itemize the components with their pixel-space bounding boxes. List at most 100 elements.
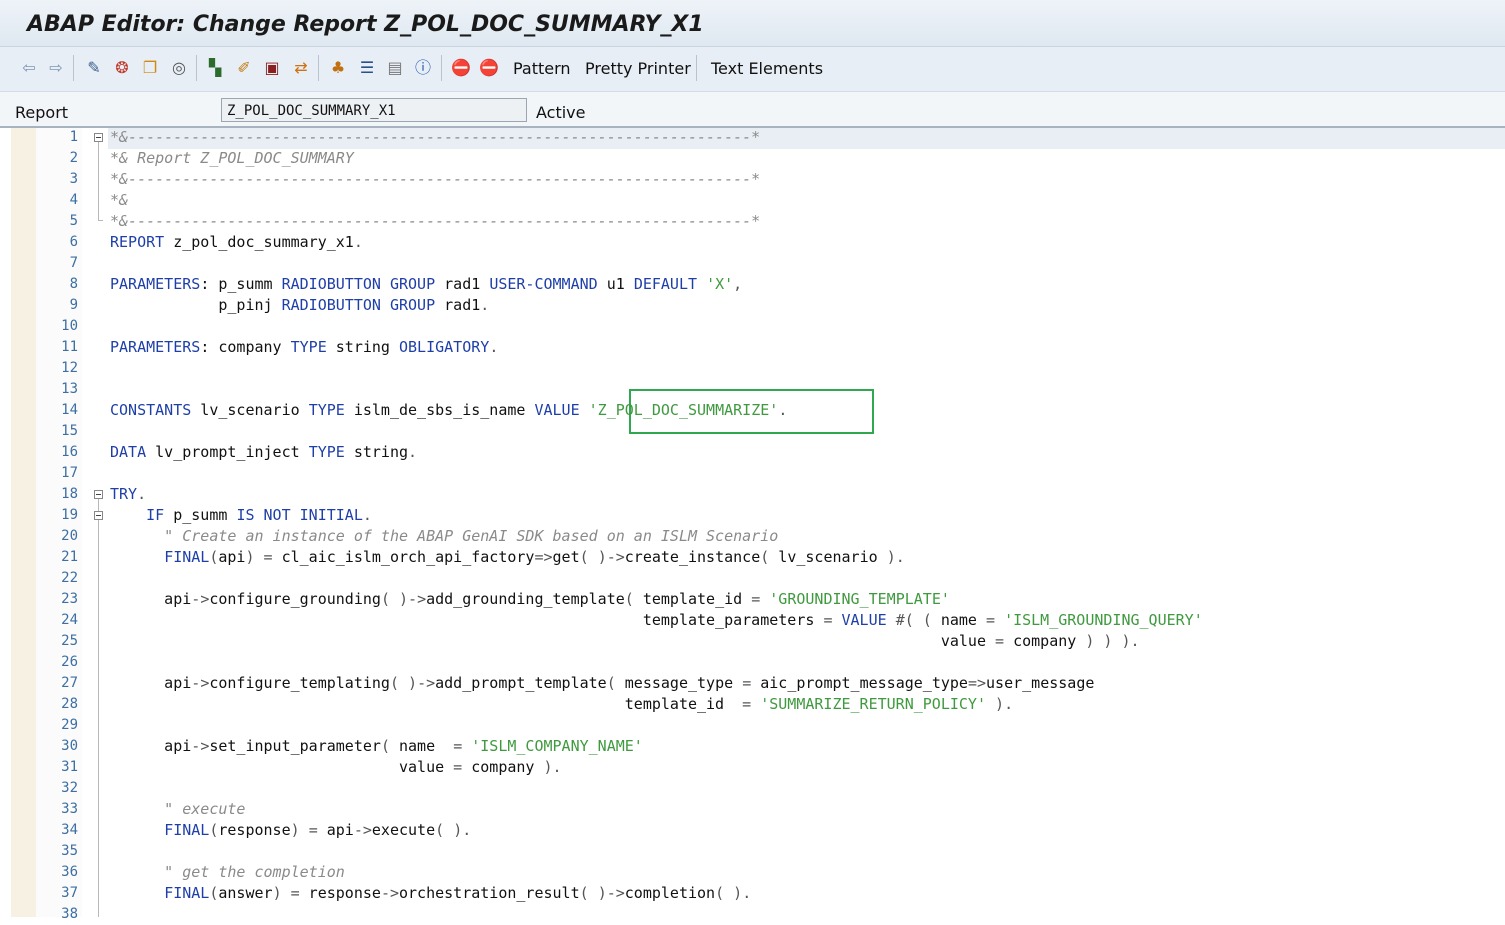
line-number: 6 [69,234,78,250]
copy-icon[interactable]: ❐ [139,57,161,79]
code-line[interactable]: IF p_summ IS NOT INITIAL. [110,505,372,526]
line-number: 3 [69,171,78,187]
line-number: 10 [61,318,78,334]
code-line[interactable]: *&--------------------------------------… [110,127,760,148]
line-number: 18 [61,486,78,502]
session-breakpoint-icon[interactable]: ⛔ [478,57,500,79]
toolbar-separator [196,55,197,81]
code-line[interactable]: " get the completion [110,862,345,883]
code-line[interactable]: REPORT z_pol_doc_summary_x1. [110,232,363,253]
line-number: 12 [61,360,78,376]
toolbar-separator [318,55,319,81]
navigation-window-icon[interactable]: ⇄ [290,57,312,79]
line-number: 8 [69,276,78,292]
line-number: 33 [61,801,78,817]
line-number: 23 [61,591,78,607]
forward-arrow-icon[interactable]: ⇨ [45,57,67,79]
line-number: 26 [61,654,78,670]
code-line[interactable]: *&--------------------------------------… [110,211,760,232]
text-elements-button[interactable]: Text Elements [711,59,823,78]
breakpoint-icon[interactable]: ⛔ [450,57,472,79]
line-number: 15 [61,423,78,439]
code-line[interactable]: *& Report Z_POL_DOC_SUMMARY [110,148,354,169]
line-number: 2 [69,150,78,166]
line-number: 24 [61,612,78,628]
code-line[interactable]: *&--------------------------------------… [110,169,760,190]
check-syntax-icon[interactable]: ✐ [233,57,255,79]
code-line[interactable]: api->configure_templating( )->add_prompt… [110,673,1094,694]
line-number: 9 [69,297,78,313]
activate-icon[interactable]: ❂ [111,57,133,79]
code-line[interactable]: FINAL(answer) = response->orchestration_… [110,883,751,904]
line-number: 29 [61,717,78,733]
line-number: 28 [61,696,78,712]
line-number: 5 [69,213,78,229]
code-line[interactable]: CONSTANTS lv_scenario TYPE islm_de_sbs_i… [110,400,787,421]
code-line[interactable]: TRY. [110,484,146,505]
back-arrow-icon[interactable]: ⇦ [18,57,40,79]
line-number: 21 [61,549,78,565]
code-line[interactable]: PARAMETERS: company TYPE string OBLIGATO… [110,337,498,358]
status-label: Active [536,103,586,122]
line-number: 30 [61,738,78,754]
line-number: 32 [61,780,78,796]
collapse-toggle-icon[interactable] [94,490,103,499]
window-title: ABAP Editor: Change Report Z_POL_DOC_SUM… [27,12,704,37]
line-number: 4 [69,192,78,208]
display-change-icon[interactable]: ✎ [83,57,105,79]
other-object-icon[interactable]: ▚ [204,57,226,79]
fold-guide [98,499,99,917]
code-line[interactable]: DATA lv_prompt_inject TYPE string. [110,442,417,463]
display-object-list-icon[interactable]: ▣ [261,57,283,79]
code-line[interactable]: value = company ). [110,757,562,778]
line-number: 16 [61,444,78,460]
report-name-value: Z_POL_DOC_SUMMARY_X1 [227,103,396,119]
code-line[interactable]: api->set_input_parameter( name = 'ISLM_C… [110,736,643,757]
toolbar-separator [73,55,74,81]
code-line[interactable]: template_id = 'SUMMARIZE_RETURN_POLICY' … [110,694,1013,715]
code-line[interactable]: " execute [110,799,245,820]
code-line[interactable]: PARAMETERS: p_summ RADIOBUTTON GROUP rad… [110,274,742,295]
line-number: 36 [61,864,78,880]
report-label: Report [15,103,69,122]
collapse-toggle-icon[interactable] [94,511,103,520]
line-number: 13 [61,381,78,397]
line-number: 7 [69,255,78,271]
line-number: 31 [61,759,78,775]
where-used-icon[interactable]: ◎ [168,57,190,79]
line-number: 35 [61,843,78,859]
toolbar-separator [696,55,697,81]
fold-guide [98,142,99,220]
code-line[interactable]: value = company ) ) ). [110,631,1140,652]
line-number: 1 [69,129,78,145]
info-icon[interactable]: ⓘ [412,57,434,79]
code-line[interactable]: FINAL(api) = cl_aic_islm_orch_api_factor… [110,547,905,568]
application-toolbar: ⇦ ⇨ ✎ ❂ ❐ ◎ ▚ ✐ ▣ ⇄ ♣ ☰ ▤ ⓘ ⛔ ⛔ Pattern … [0,47,1505,92]
line-number: 17 [61,465,78,481]
line-number: 27 [61,675,78,691]
pattern-button[interactable]: Pattern [513,59,571,78]
code-line[interactable]: api->configure_grounding( )->add_groundi… [110,589,950,610]
line-number: 37 [61,885,78,901]
code-line[interactable]: FINAL(response) = api->execute( ). [110,820,471,841]
toolbar-separator [441,55,442,81]
outline-icon[interactable]: ☰ [356,57,378,79]
title-bar: ABAP Editor: Change Report Z_POL_DOC_SUM… [0,0,1505,47]
line-number: 38 [61,906,78,922]
line-number: 25 [61,633,78,649]
fold-guide [98,220,103,221]
line-number: 19 [61,507,78,523]
code-line[interactable]: *& [110,190,128,211]
line-number: 11 [61,339,78,355]
hierarchy-icon[interactable]: ♣ [327,57,349,79]
fold-column [82,128,108,917]
code-line[interactable]: " Create an instance of the ABAP GenAI S… [110,526,778,547]
block-icon[interactable]: ▤ [384,57,406,79]
collapse-toggle-icon[interactable] [94,133,103,142]
line-number: 20 [61,528,78,544]
line-number: 22 [61,570,78,586]
code-line[interactable]: template_parameters = VALUE #( ( name = … [110,610,1203,631]
line-number: 34 [61,822,78,838]
pretty-printer-button[interactable]: Pretty Printer [585,59,691,78]
code-line[interactable]: p_pinj RADIOBUTTON GROUP rad1. [110,295,489,316]
